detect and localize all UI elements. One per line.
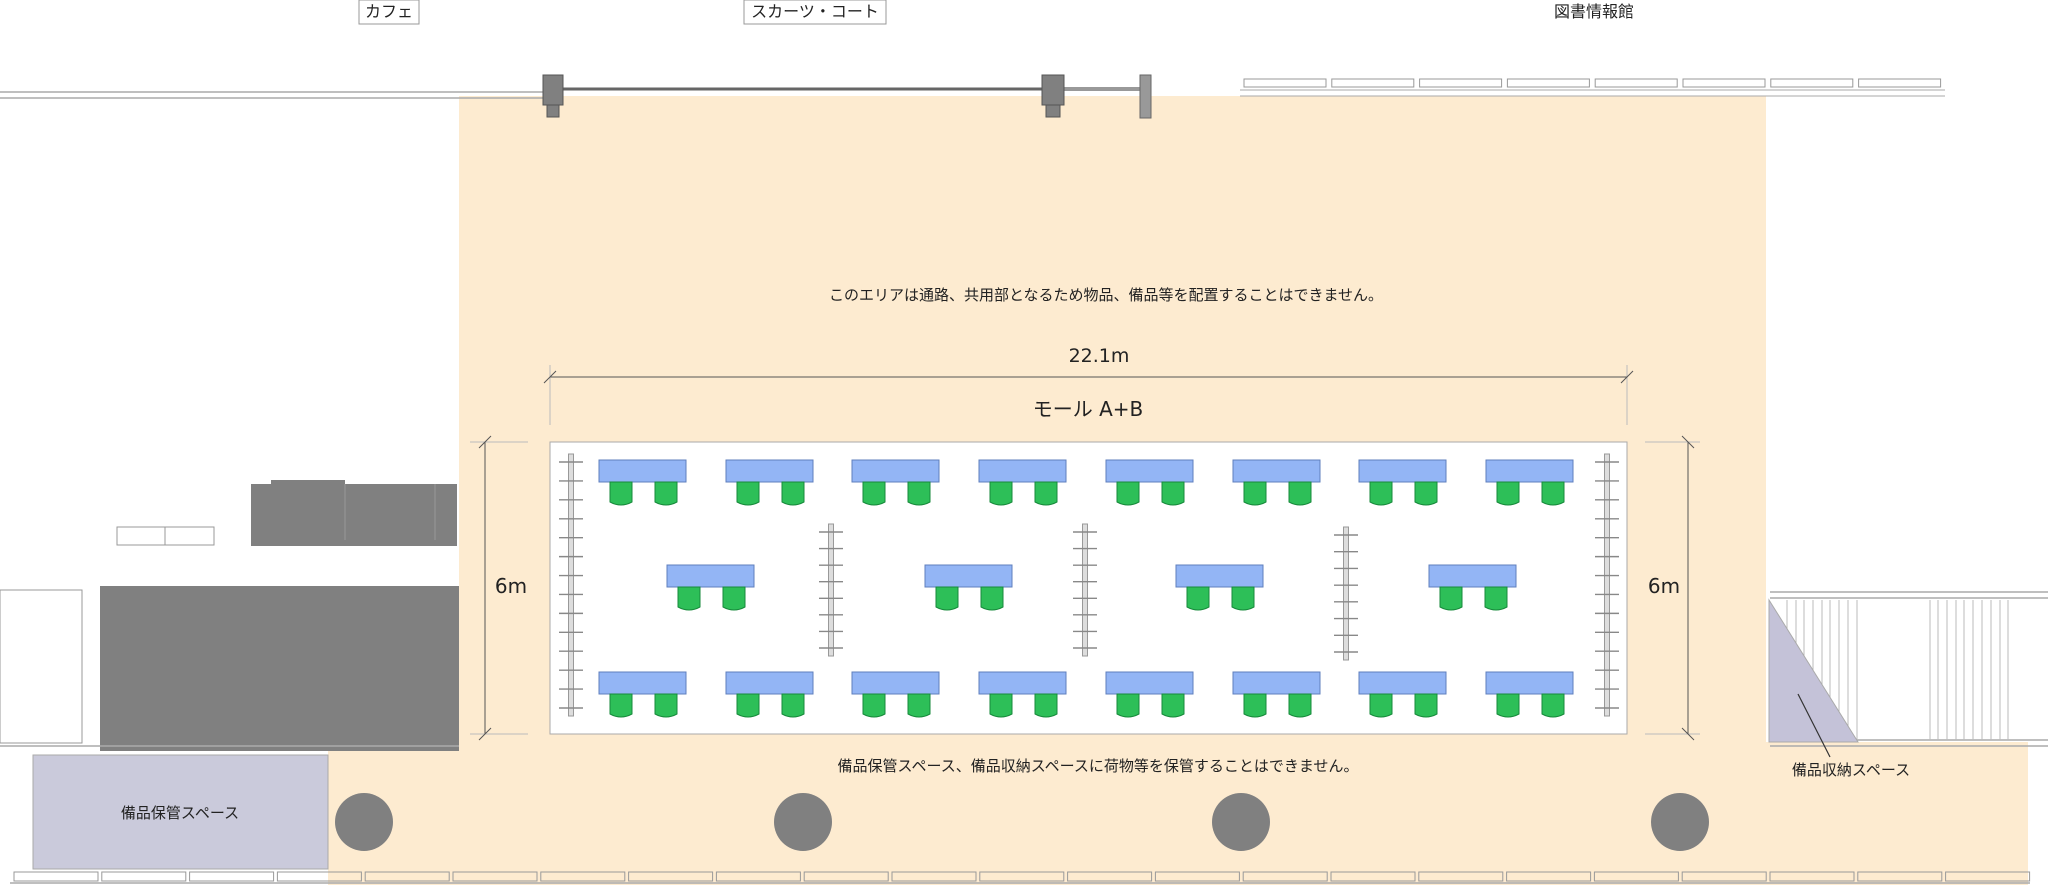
chair — [722, 586, 746, 611]
chair — [1116, 693, 1140, 718]
table — [851, 671, 940, 695]
floor-plan: カフェ スカーツ・コート 図書情報館 このエリアは通路、共用部となるため物品、備… — [0, 0, 2048, 885]
pillar-round-1 — [335, 793, 393, 851]
no-placement-note: このエリアは通路、共用部となるため物品、備品等を配置することはできません。 — [829, 286, 1383, 304]
building-block-upper — [251, 484, 457, 546]
chair — [1541, 693, 1565, 718]
depth-left-label: 6m — [495, 574, 527, 598]
table — [924, 564, 1013, 588]
chair — [736, 481, 760, 506]
no-storage-note: 備品保管スペース、備品収納スペースに荷物等を保管することはできません。 — [838, 757, 1359, 775]
chair — [1369, 693, 1393, 718]
chair — [1186, 586, 1210, 611]
pillar-round-2 — [774, 793, 832, 851]
chair — [1496, 693, 1520, 718]
depth-right-label: 6m — [1648, 574, 1680, 598]
chair — [862, 481, 886, 506]
window-pane — [1419, 78, 1503, 88]
building-block-upper-cap — [271, 480, 345, 486]
chair — [935, 586, 959, 611]
chair — [1034, 481, 1058, 506]
chair — [1243, 481, 1267, 506]
chair — [1231, 586, 1255, 611]
table — [1485, 671, 1574, 695]
window-pane — [1594, 78, 1678, 88]
venue-name: モール A+B — [1033, 397, 1144, 421]
window-pane — [13, 871, 99, 882]
venue-area — [549, 441, 1628, 735]
window-pane — [1331, 78, 1415, 88]
window-pane — [189, 871, 275, 882]
pillar-round-4 — [1651, 793, 1709, 851]
table — [1428, 564, 1517, 588]
table — [1232, 459, 1321, 483]
table — [666, 564, 755, 588]
table — [1105, 459, 1194, 483]
table — [725, 459, 814, 483]
window-pane — [101, 871, 187, 882]
chair — [781, 693, 805, 718]
chair — [1288, 481, 1312, 506]
chair — [677, 586, 701, 611]
library-label: 図書情報館 — [1554, 2, 1634, 21]
equipment-storage-label: 備品収納スペース — [1792, 761, 1910, 779]
window-pane — [1858, 78, 1942, 88]
scarts-court-label: スカーツ・コート — [751, 2, 879, 21]
chair — [1541, 481, 1565, 506]
chair — [609, 481, 633, 506]
chair — [609, 693, 633, 718]
table — [598, 459, 687, 483]
top-windows — [1243, 78, 1942, 88]
chair — [736, 693, 760, 718]
chair — [1116, 481, 1140, 506]
chair — [1288, 693, 1312, 718]
table — [1232, 671, 1321, 695]
window-pane — [1682, 78, 1766, 88]
chair — [781, 481, 805, 506]
chair — [1161, 481, 1185, 506]
chair — [1439, 586, 1463, 611]
chair — [1484, 586, 1508, 611]
chair — [989, 693, 1013, 718]
width-dimension-label: 22.1m — [1069, 345, 1130, 367]
chair — [654, 693, 678, 718]
chair — [862, 693, 886, 718]
chair — [1414, 481, 1438, 506]
table — [598, 671, 687, 695]
chair — [907, 693, 931, 718]
building-block-left — [100, 586, 459, 751]
window-pane — [1506, 78, 1590, 88]
chair — [1161, 693, 1185, 718]
pillar-top-3 — [1139, 74, 1152, 119]
chair — [1034, 693, 1058, 718]
table — [1105, 671, 1194, 695]
chair — [907, 481, 931, 506]
table — [1358, 671, 1447, 695]
table — [851, 459, 940, 483]
table — [1175, 564, 1264, 588]
cafe-label: カフェ — [365, 2, 413, 21]
pillar-round-3 — [1212, 793, 1270, 851]
table — [1485, 459, 1574, 483]
chair — [1496, 481, 1520, 506]
table — [978, 671, 1067, 695]
chair — [980, 586, 1004, 611]
table — [725, 671, 814, 695]
chair — [1369, 481, 1393, 506]
chair — [1414, 693, 1438, 718]
window-pane — [1243, 78, 1327, 88]
chair — [654, 481, 678, 506]
table — [978, 459, 1067, 483]
small-window-left — [116, 526, 215, 546]
equipment-keeping-label: 備品保管スペース — [121, 804, 239, 822]
window-pane — [1770, 78, 1854, 88]
chair — [989, 481, 1013, 506]
table — [1358, 459, 1447, 483]
chair — [1243, 693, 1267, 718]
top-wall-right — [1240, 78, 1945, 97]
